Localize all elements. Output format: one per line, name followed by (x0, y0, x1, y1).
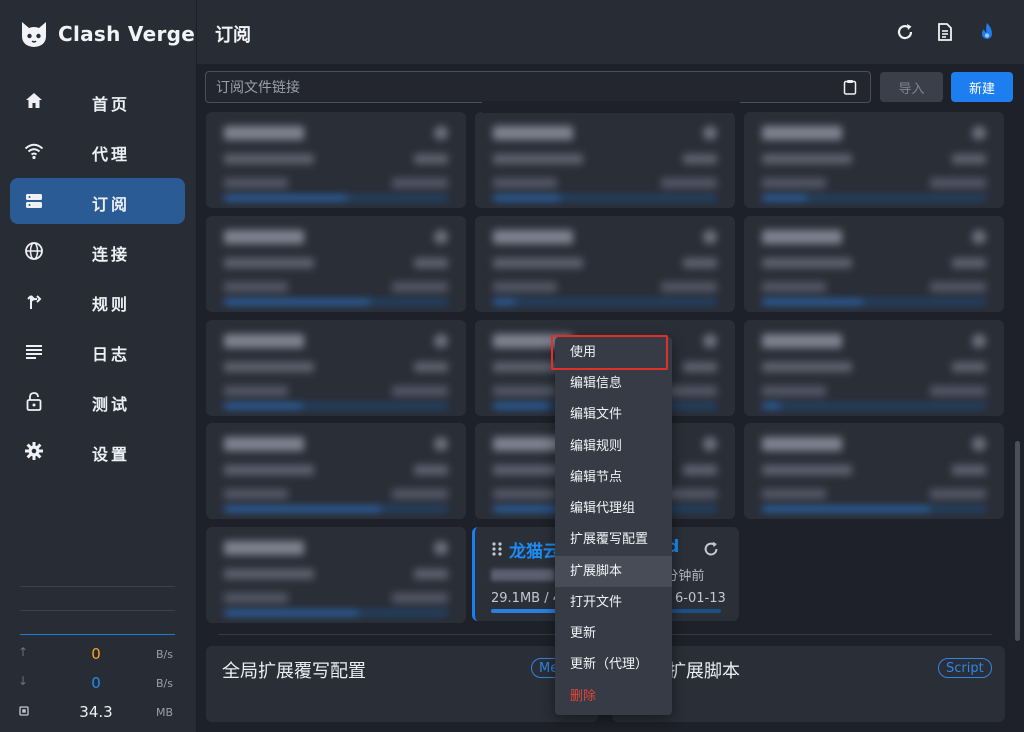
memory-value: 34.3 (79, 703, 113, 721)
subscription-url-input[interactable] (214, 77, 818, 99)
profile-card[interactable] (475, 216, 735, 312)
drag-handle-icon[interactable] (491, 541, 503, 557)
brand-name: Clash Verge (58, 22, 196, 46)
profile-card[interactable] (744, 216, 1004, 312)
sidebar-item-settings[interactable]: 设置 (10, 428, 185, 474)
flame-icon[interactable] (977, 22, 997, 42)
profile-card[interactable] (744, 112, 1004, 208)
profile-card[interactable] (206, 423, 466, 519)
highlight-box (551, 335, 668, 370)
refresh-icon[interactable] (895, 22, 915, 42)
page-title: 订阅 (215, 25, 251, 46)
profile-context-menu: 使用 编辑信息 编辑文件 编辑规则 编辑节点 编辑代理组 扩展覆写配置 扩展脚本… (555, 337, 672, 715)
profile-usage: 29.1MB / 4 (491, 591, 561, 606)
menu-item-edit-nodes[interactable]: 编辑节点 (555, 462, 672, 493)
sidebar-item-label: 订阅 (92, 195, 131, 214)
profile-expire: 6-01-13 (675, 591, 726, 606)
download-value: 0 (91, 674, 101, 692)
menu-item-edit-info[interactable]: 编辑信息 (555, 368, 672, 399)
sidebar-item-label: 首页 (92, 95, 131, 114)
profile-card[interactable] (744, 423, 1004, 519)
sidebar-nav: 首页 代理 订阅 连接 规则 日志 测试 设置 (10, 74, 185, 478)
profile-card[interactable] (744, 320, 1004, 416)
sidebar-item-connections[interactable]: 连接 (10, 228, 185, 274)
script-chip: Script (938, 658, 992, 678)
profile-card[interactable] (206, 112, 466, 208)
menu-shadow-area (482, 101, 740, 113)
menu-item-update[interactable]: 更新 (555, 618, 672, 649)
sidebar-item-profiles[interactable]: 订阅 (10, 178, 185, 224)
header: 订阅 (197, 0, 1024, 64)
memory-unit: MB (156, 706, 174, 719)
menu-item-edit-file[interactable]: 编辑文件 (555, 399, 672, 430)
profile-card[interactable] (206, 320, 466, 416)
clipboard-icon[interactable] (842, 79, 858, 95)
menu-item-update-proxy[interactable]: 更新（代理） (555, 649, 672, 680)
lines-icon (26, 345, 42, 359)
sidebar-item-label: 测试 (92, 395, 131, 414)
gear-icon (25, 442, 43, 460)
fork-icon (27, 295, 42, 309)
arrow-down-icon: ↓ (18, 674, 29, 688)
sidebar-item-label: 连接 (92, 245, 131, 264)
menu-item-edit-rules[interactable]: 编辑规则 (555, 431, 672, 462)
download-unit: B/s (156, 677, 173, 690)
home-icon (26, 93, 42, 108)
lock-icon (26, 392, 42, 411)
brand: Clash Verge (18, 18, 195, 50)
memory-chip-icon (19, 706, 29, 716)
sidebar-divider (20, 610, 175, 611)
document-icon[interactable] (935, 22, 955, 42)
script-title: 扩展脚本 (668, 661, 740, 682)
sidebar-item-rules[interactable]: 规则 (10, 278, 185, 324)
sidebar-item-label: 代理 (92, 145, 131, 164)
cat-logo-icon (22, 22, 46, 47)
subscription-url-field[interactable] (205, 71, 871, 103)
import-button[interactable]: 导入 (880, 72, 943, 102)
server-icon (26, 194, 42, 208)
traffic-graph-line[interactable] (20, 634, 175, 635)
profile-card[interactable] (206, 216, 466, 312)
arrow-up-icon: ↑ (18, 645, 29, 659)
merge-title: 全局扩展覆写配置 (222, 661, 366, 682)
sidebar-item-logs[interactable]: 日志 (10, 328, 185, 374)
sidebar-item-label: 规则 (92, 295, 131, 314)
profile-card[interactable] (475, 112, 735, 208)
scrollbar[interactable] (1015, 441, 1020, 641)
profile-title: 龙猫云 (509, 542, 560, 562)
menu-item-edit-proxy-groups[interactable]: 编辑代理组 (555, 493, 672, 524)
global-merge-panel[interactable]: 全局扩展覆写配置 Me (206, 646, 598, 722)
wifi-icon (24, 143, 44, 160)
sidebar-divider (20, 586, 175, 587)
sidebar-item-label: 设置 (92, 445, 131, 464)
menu-item-delete[interactable]: 删除 (555, 681, 672, 712)
profile-card[interactable] (206, 527, 466, 623)
upload-unit: B/s (156, 648, 173, 661)
sidebar-item-test[interactable]: 测试 (10, 378, 185, 424)
menu-item-extend-merge[interactable]: 扩展覆写配置 (555, 524, 672, 555)
globe-icon (25, 242, 43, 260)
sidebar-item-proxy[interactable]: 代理 (10, 128, 185, 174)
sidebar-item-label: 日志 (92, 345, 131, 364)
profile-refresh-icon[interactable] (702, 540, 720, 558)
sidebar: Clash Verge 首页 代理 订阅 连接 规则 日志 测试 设置 ↑ 0 … (0, 0, 197, 732)
profile-host-blurred (491, 569, 555, 581)
new-profile-button[interactable]: 新建 (951, 72, 1013, 102)
menu-item-extend-script[interactable]: 扩展脚本 (555, 556, 672, 587)
sidebar-item-home[interactable]: 首页 (10, 78, 185, 124)
upload-value: 0 (91, 645, 101, 663)
menu-item-open-file[interactable]: 打开文件 (555, 587, 672, 618)
